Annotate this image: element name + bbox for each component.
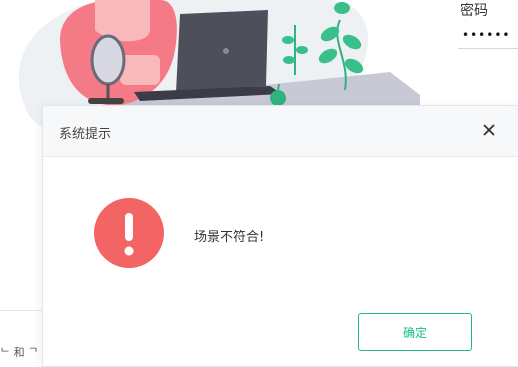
dialog-body: 场景不符合! 确定 bbox=[43, 157, 518, 365]
divider bbox=[0, 310, 44, 311]
password-label: 密码 bbox=[460, 3, 488, 19]
dialog-title: 系统提示 bbox=[59, 127, 112, 142]
error-icon bbox=[93, 197, 165, 269]
close-icon[interactable] bbox=[481, 122, 497, 138]
login-form-fragment: 密码 •••••• bbox=[440, 0, 518, 60]
dialog-header: 系统提示 bbox=[43, 106, 518, 157]
password-input[interactable]: •••••• bbox=[462, 28, 510, 42]
dialog-message: 场景不符合! bbox=[194, 230, 265, 245]
password-underline bbox=[458, 48, 518, 49]
footer-partial-text: ᄂ 和 ᄀ bbox=[0, 346, 39, 359]
confirm-button[interactable]: 确定 bbox=[358, 313, 472, 351]
system-dialog: 系统提示 场景不符合! 确定 bbox=[42, 105, 518, 367]
